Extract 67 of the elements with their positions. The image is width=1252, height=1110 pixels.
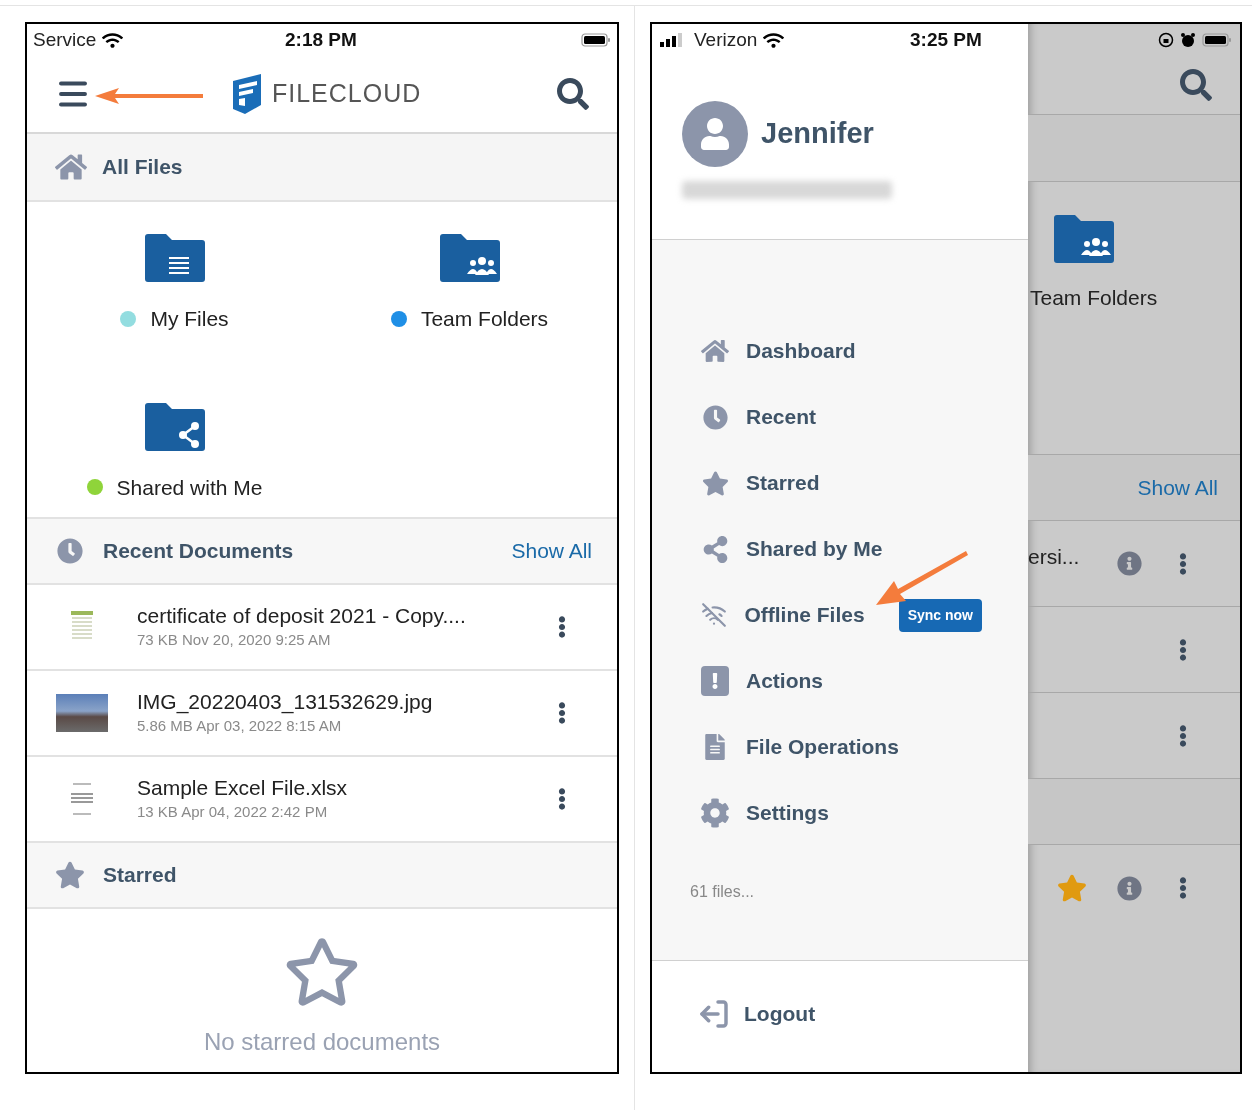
menu-item[interactable]: Actions <box>746 665 823 697</box>
folder-tile[interactable]: Team Folders <box>322 233 617 335</box>
logout-button[interactable]: Logout <box>744 997 816 1030</box>
empty-state-text: No starred documents <box>203 1027 441 1057</box>
folder-icon <box>142 401 207 452</box>
user-name: Jennifer <box>761 116 874 152</box>
menu-item[interactable]: Starred <box>746 467 820 499</box>
rotation-lock-icon <box>1158 32 1174 48</box>
folder-label: Shared with Me <box>116 474 263 501</box>
file-name: certificate of deposit 2021 - Copy.... <box>137 602 466 629</box>
menu-item[interactable]: Dashboard <box>746 335 856 367</box>
file-meta: 5.86 MB Apr 03, 2022 8:15 AM <box>137 715 343 736</box>
logo-text: FILECLOUD <box>272 78 422 110</box>
section-title: Recent Documents <box>103 538 294 565</box>
folder-label: My Files <box>150 306 229 332</box>
info-icon[interactable] <box>1117 551 1142 576</box>
document-icon <box>702 734 728 760</box>
folder-icon <box>1052 214 1116 264</box>
file-count-text: 61 files... <box>690 882 756 902</box>
section-title: Starred <box>103 862 177 889</box>
folder-label: Team Folders <box>1029 285 1159 311</box>
search-icon[interactable] <box>1180 69 1212 101</box>
info-icon[interactable] <box>1117 875 1142 901</box>
settings-icon <box>700 798 730 828</box>
signal-icon <box>660 33 684 47</box>
logout-icon <box>698 997 730 1030</box>
section-title[interactable]: All Files <box>102 151 183 183</box>
star-icon[interactable] <box>1057 873 1087 903</box>
file-row[interactable]: IMG_20220403_131532629.jpg 5.86 MB Apr 03, 2022 8:15 AM <box>27 671 617 757</box>
battery-icon <box>1202 33 1232 47</box>
folder-icon <box>437 233 502 283</box>
photo-placeholder <box>56 694 108 732</box>
home-icon <box>701 337 729 365</box>
menu-item[interactable]: File Operations <box>746 731 899 763</box>
show-all-link[interactable]: Show All <box>511 535 592 567</box>
menu-item[interactable]: Offline Files <box>744 599 865 631</box>
battery-icon <box>581 33 611 47</box>
menu-item[interactable]: Settings <box>746 797 829 829</box>
file-meta: 73 KB Nov 20, 2020 9:25 AM <box>137 629 332 650</box>
menu-item[interactable]: Shared by Me <box>746 533 883 565</box>
alarm-icon <box>1180 32 1196 48</box>
file-name: IMG_20220403_131532629.jpg <box>137 688 433 715</box>
carrier-text: Verizon <box>694 27 758 52</box>
file-row[interactable]: certificate of deposit 2021 - Copy.... 73 KB Nov 20, 2020 9:25 AM <box>27 585 617 671</box>
folder-tile[interactable]: Shared with Me <box>27 401 322 503</box>
spreadsheet-thumbnail <box>69 781 95 817</box>
share-icon <box>701 535 729 563</box>
wifi-off-icon <box>701 602 728 628</box>
file-name: ersi... <box>1028 544 1080 570</box>
file-name: Sample Excel File.xlsx <box>137 774 348 801</box>
menu-item[interactable]: Recent <box>746 401 817 433</box>
file-row[interactable]: ersi... <box>1028 521 1240 607</box>
star-icon <box>701 469 729 497</box>
search-icon[interactable] <box>557 78 589 110</box>
logo-icon <box>231 73 263 115</box>
clock-time: 2:18 PM <box>285 27 357 52</box>
sync-now-button[interactable]: Sync now <box>898 598 982 632</box>
carrier-text: Service <box>33 27 97 52</box>
clock-icon <box>702 404 728 430</box>
folder-icon <box>142 233 207 283</box>
clock-icon <box>57 538 83 564</box>
folder-tile[interactable]: My Files <box>27 233 322 335</box>
folder-label: Team Folders <box>420 306 549 332</box>
clock-time: 3:25 PM <box>910 27 982 52</box>
star-icon <box>55 860 85 890</box>
file-meta: 13 KB Apr 04, 2022 2:42 PM <box>137 801 329 822</box>
alert-icon <box>701 666 729 696</box>
